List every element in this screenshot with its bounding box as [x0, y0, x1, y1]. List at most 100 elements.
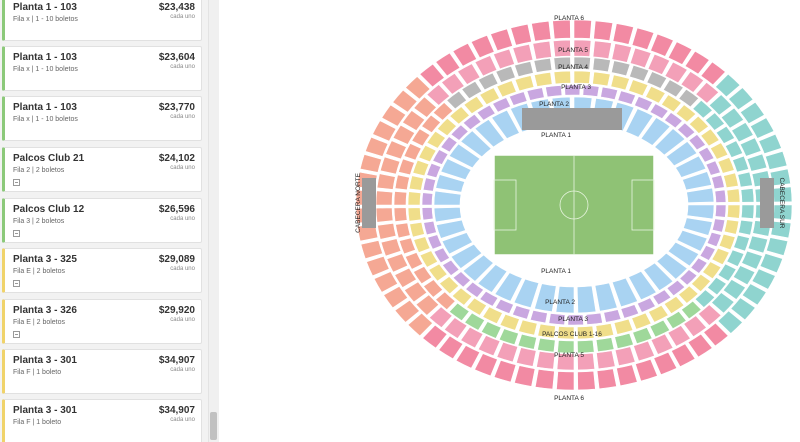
- section-planta-4[interactable]: [592, 57, 611, 73]
- section-planta-5[interactable]: [496, 341, 519, 363]
- section-planta-5[interactable]: [611, 43, 633, 63]
- section-planta-4[interactable]: [706, 276, 727, 296]
- section-planta-5[interactable]: [375, 207, 394, 223]
- section-planta-5[interactable]: [741, 250, 763, 270]
- section-planta-3[interactable]: [533, 72, 553, 87]
- section-planta-1[interactable]: [576, 285, 597, 314]
- section-planta-6[interactable]: [552, 19, 571, 40]
- section-planta-5[interactable]: [664, 61, 688, 84]
- section-planta-2[interactable]: [508, 91, 528, 106]
- section-planta-5[interactable]: [385, 140, 407, 160]
- section-planta-3[interactable]: [407, 191, 422, 206]
- section-planta-6[interactable]: [360, 240, 384, 260]
- section-planta-4[interactable]: [680, 300, 702, 320]
- section-planta-4[interactable]: [595, 337, 615, 353]
- section-planta-6[interactable]: [510, 23, 532, 46]
- section-planta-4[interactable]: [393, 191, 408, 206]
- section-planta-4[interactable]: [498, 328, 519, 346]
- section-planta-4[interactable]: [614, 333, 634, 349]
- section-planta-3[interactable]: [496, 80, 517, 98]
- listing-card[interactable]: Planta 1 - 103 Fila x | 1 - 10 boletos $23…: [2, 96, 202, 141]
- section-planta-6[interactable]: [612, 23, 634, 45]
- section-planta-6[interactable]: [573, 19, 592, 39]
- section-planta-5[interactable]: [732, 265, 756, 286]
- section-planta-1[interactable]: [686, 204, 715, 220]
- section-planta-3[interactable]: [723, 172, 739, 189]
- section-planta-5[interactable]: [380, 238, 402, 257]
- section-planta-4[interactable]: [704, 112, 725, 131]
- section-planta-3[interactable]: [573, 70, 591, 84]
- section-planta-2[interactable]: [620, 304, 640, 319]
- section-planta-6[interactable]: [531, 20, 552, 42]
- section-planta-5[interactable]: [379, 156, 401, 175]
- section-planta-5[interactable]: [392, 124, 416, 145]
- section-planta-1[interactable]: [433, 207, 462, 223]
- section-planta-6[interactable]: [514, 365, 536, 387]
- section-planta-6[interactable]: [470, 34, 495, 59]
- section-planta-4[interactable]: [461, 80, 483, 100]
- section-planta-4[interactable]: [398, 237, 416, 255]
- section-planta-4[interactable]: [448, 302, 470, 322]
- section-planta-6[interactable]: [596, 368, 617, 390]
- section-planta-4[interactable]: [423, 279, 444, 298]
- section-planta-4[interactable]: [611, 60, 631, 77]
- section-planta-2[interactable]: [545, 85, 563, 98]
- section-planta-5[interactable]: [386, 253, 409, 273]
- section-planta-2[interactable]: [714, 189, 727, 203]
- section-planta-2[interactable]: [711, 218, 726, 233]
- section-planta-4[interactable]: [398, 158, 415, 176]
- section-planta-4[interactable]: [715, 125, 735, 144]
- section-planta-3[interactable]: [631, 312, 652, 330]
- section-planta-2[interactable]: [512, 305, 531, 320]
- section-planta-6[interactable]: [364, 136, 389, 157]
- listing-card[interactable]: Palcos Club 12 Fila 3 | 2 boletos $26,596 c…: [2, 198, 202, 243]
- section-planta-3[interactable]: [408, 175, 425, 191]
- section-planta-2[interactable]: [711, 174, 725, 190]
- section-planta-6[interactable]: [593, 20, 614, 41]
- listing-card[interactable]: Planta 1 - 103 Fila x | 1 - 10 boletos $23…: [2, 0, 202, 41]
- section-planta-4[interactable]: [646, 71, 668, 89]
- section-planta-5[interactable]: [592, 40, 612, 60]
- listing-card[interactable]: Planta 1 - 103 Fila x | 1 - 10 boletos $23…: [2, 46, 202, 91]
- section-planta-5[interactable]: [515, 347, 537, 367]
- section-planta-2[interactable]: [427, 234, 443, 250]
- section-planta-5[interactable]: [629, 47, 652, 69]
- section-planta-6[interactable]: [653, 351, 678, 376]
- section-planta-4[interactable]: [632, 327, 653, 345]
- section-planta-1[interactable]: [433, 190, 462, 206]
- section-planta-6[interactable]: [759, 253, 784, 274]
- section-planta-6[interactable]: [534, 369, 555, 390]
- section-planta-2[interactable]: [423, 220, 437, 236]
- section-planta-3[interactable]: [499, 313, 520, 331]
- section-planta-6[interactable]: [493, 360, 517, 383]
- section-planta-1[interactable]: [686, 187, 715, 203]
- section-planta-4[interactable]: [514, 61, 534, 77]
- section-planta-3[interactable]: [723, 219, 740, 235]
- section-planta-4[interactable]: [495, 65, 516, 83]
- section-planta-3[interactable]: [412, 159, 430, 177]
- section-planta-3[interactable]: [407, 207, 422, 222]
- section-planta-5[interactable]: [474, 55, 498, 77]
- section-planta-4[interactable]: [738, 219, 754, 236]
- section-planta-4[interactable]: [662, 79, 684, 98]
- section-planta-5[interactable]: [377, 223, 397, 240]
- section-planta-4[interactable]: [737, 171, 753, 188]
- section-planta-4[interactable]: [477, 72, 499, 91]
- section-planta-4[interactable]: [480, 321, 502, 339]
- section-planta-4[interactable]: [740, 188, 755, 203]
- section-planta-3[interactable]: [610, 74, 630, 91]
- section-planta-4[interactable]: [537, 337, 556, 353]
- section-planta-2[interactable]: [600, 86, 619, 100]
- section-planta-6[interactable]: [764, 150, 788, 170]
- section-planta-6[interactable]: [650, 33, 674, 57]
- section-planta-6[interactable]: [556, 371, 575, 391]
- section-planta-2[interactable]: [421, 207, 434, 221]
- section-planta-5[interactable]: [512, 43, 534, 64]
- listing-card[interactable]: Palcos Club 21 Fila 2 | 2 boletos $24,102 c…: [2, 147, 202, 192]
- section-planta-5[interactable]: [650, 333, 674, 355]
- section-planta-6[interactable]: [490, 28, 513, 52]
- section-planta-3[interactable]: [409, 221, 425, 238]
- section-planta-3[interactable]: [718, 233, 736, 251]
- section-planta-2[interactable]: [603, 309, 622, 323]
- section-planta-4[interactable]: [394, 174, 410, 191]
